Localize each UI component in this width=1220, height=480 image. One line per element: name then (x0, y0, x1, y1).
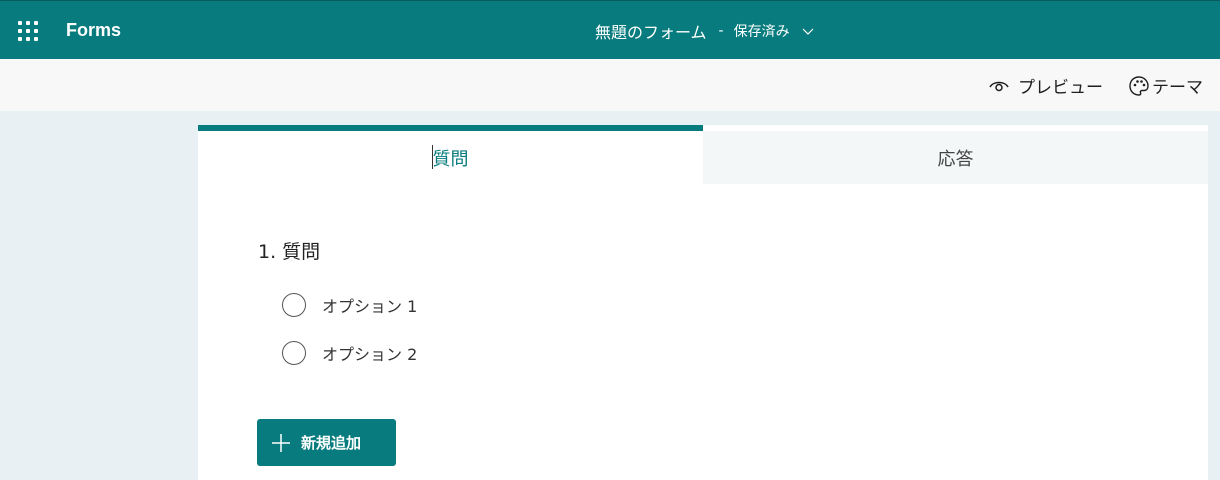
eye-icon (989, 81, 1009, 91)
chevron-down-icon[interactable] (802, 25, 814, 37)
save-status: 保存済み (733, 24, 790, 40)
command-bar: プレビュー テーマ (0, 59, 1220, 111)
radio-button[interactable] (282, 341, 306, 365)
preview-label: プレビュー (1018, 78, 1103, 98)
tab-questions-label: 質問 (432, 148, 469, 170)
add-new-button[interactable]: 新規追加 (257, 419, 396, 466)
plus-icon (272, 433, 290, 452)
tab-responses[interactable]: 応答 (703, 131, 1208, 184)
tab-responses-label: 応答 (937, 148, 974, 170)
form-card: 質問 応答 1. 質問 オプション 1 オプション 2 新規追加 (198, 125, 1208, 480)
option-item[interactable]: オプション 2 (282, 341, 417, 365)
option-label: オプション 1 (322, 297, 418, 316)
theme-label: テーマ (1152, 78, 1203, 98)
form-title[interactable]: 無題のフォーム (595, 19, 707, 43)
text-caret (432, 145, 433, 169)
tab-questions[interactable]: 質問 (198, 125, 703, 184)
option-item[interactable]: オプション 1 (282, 293, 417, 317)
form-title-area[interactable]: 無題のフォーム - 保存済み (595, 19, 814, 43)
option-label: オプション 2 (322, 345, 418, 364)
theme-button[interactable]: テーマ (1128, 73, 1203, 98)
radio-button[interactable] (282, 293, 306, 317)
question-title[interactable]: 1. 質問 (258, 237, 320, 264)
app-launcher-icon[interactable] (18, 21, 38, 41)
app-name[interactable]: Forms (66, 20, 121, 41)
preview-button[interactable]: プレビュー (988, 73, 1103, 98)
add-new-label: 新規追加 (301, 434, 362, 452)
top-bar: Forms 無題のフォーム - 保存済み (0, 0, 1220, 59)
title-separator: - (718, 23, 724, 39)
tab-bar: 質問 応答 (198, 125, 1208, 184)
palette-icon (1129, 75, 1149, 96)
